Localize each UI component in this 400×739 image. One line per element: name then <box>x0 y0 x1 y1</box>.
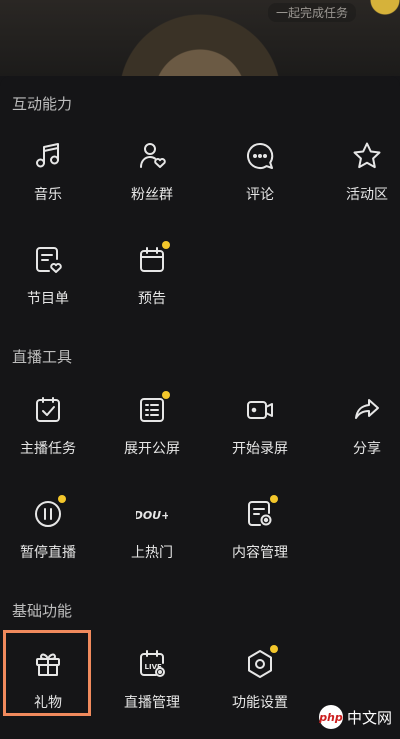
share-button[interactable]: 分享 <box>319 382 400 468</box>
activity-zone-button[interactable]: 活动区 <box>319 128 400 214</box>
gift-highlight-box <box>3 630 91 716</box>
task-hint: 一起完成任务 <box>268 3 357 22</box>
watermark: php 中文网 <box>318 705 392 729</box>
host-task-button[interactable]: 主播任务 <box>0 382 96 468</box>
expand-public-screen-button[interactable]: 展开公屏 <box>104 382 200 468</box>
live-management-icon: LIVE <box>136 648 168 680</box>
settings-hexagon-icon <box>244 645 278 680</box>
pause-icon <box>32 495 66 530</box>
notification-dot <box>162 241 170 249</box>
section-title-live-tools: 直播工具 <box>12 348 73 366</box>
live-background: 一起完成任务 <box>0 0 400 76</box>
notification-dot <box>162 391 170 399</box>
notification-dot <box>58 495 66 503</box>
comment-button[interactable]: 评论 <box>212 128 308 214</box>
trending-button[interactable]: DOU+ 上热门 <box>104 486 200 572</box>
start-recording-button[interactable]: 开始录屏 <box>212 382 308 468</box>
content-settings-icon <box>244 495 278 530</box>
content-management-button[interactable]: 内容管理 <box>212 486 308 572</box>
music-button[interactable]: 音乐 <box>0 128 96 214</box>
notification-dot <box>270 495 278 503</box>
video-camera-icon <box>244 394 276 426</box>
section-title-basic: 基础功能 <box>12 602 73 620</box>
share-arrow-icon <box>351 394 383 426</box>
dou-logo-icon: DOU+ <box>136 498 168 530</box>
task-check-icon <box>32 394 64 426</box>
star-icon <box>351 140 383 172</box>
fan-group-button[interactable]: 粉丝群 <box>104 128 200 214</box>
public-screen-icon <box>136 391 170 426</box>
svg-text:LIVE: LIVE <box>145 663 162 671</box>
calendar-icon <box>136 241 170 276</box>
preview-button[interactable]: 预告 <box>104 232 200 318</box>
svg-text:DOU+: DOU+ <box>136 509 168 522</box>
fan-group-icon <box>136 140 168 172</box>
music-note-icon <box>32 140 64 172</box>
program-list-button[interactable]: 节目单 <box>0 232 96 318</box>
pause-live-button[interactable]: 暂停直播 <box>0 486 96 572</box>
php-logo-icon: php <box>318 705 343 729</box>
function-settings-button[interactable]: 功能设置 <box>212 636 308 722</box>
live-management-button[interactable]: LIVE 直播管理 <box>104 636 200 722</box>
section-title-interaction: 互动能力 <box>12 95 73 113</box>
program-list-icon <box>32 244 64 276</box>
comment-bubble-icon <box>244 140 276 172</box>
notification-dot <box>270 645 278 653</box>
